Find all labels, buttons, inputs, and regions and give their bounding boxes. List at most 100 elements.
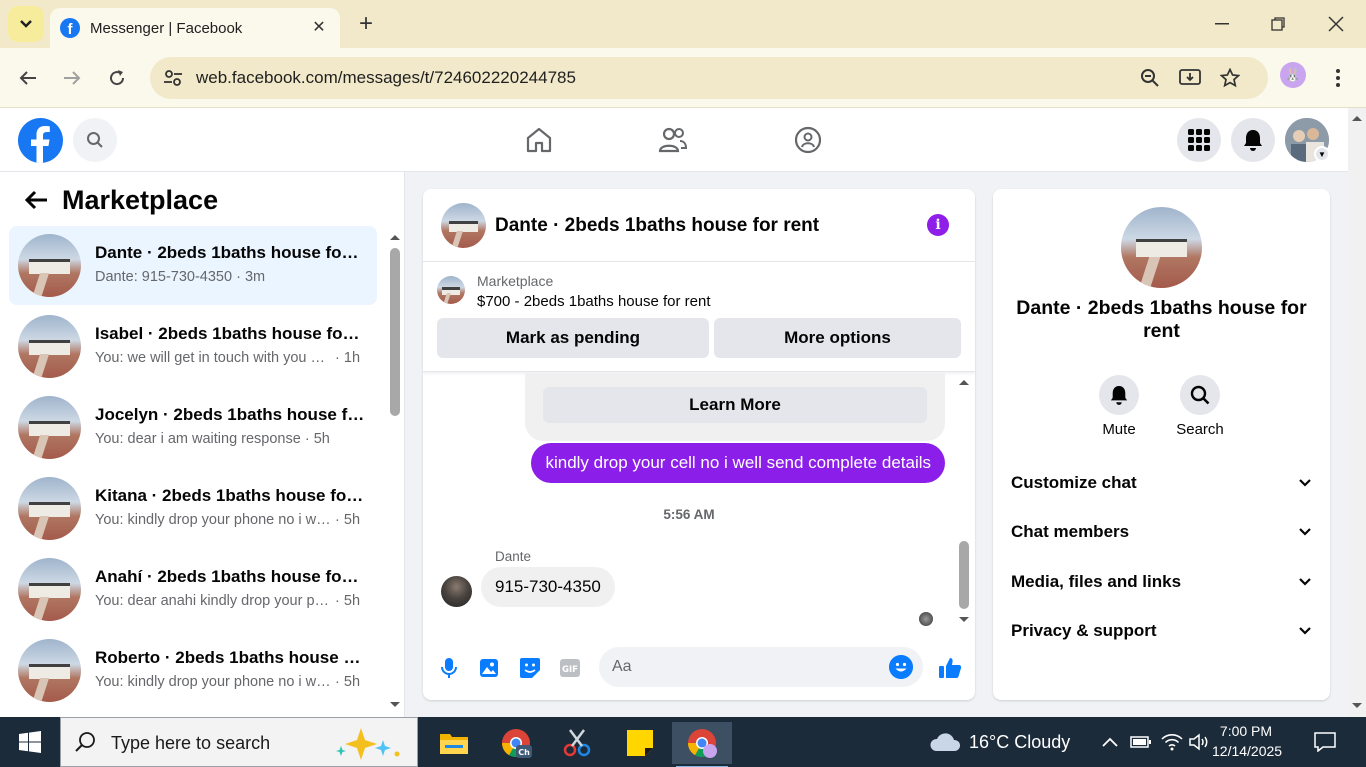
chat-listing-thumbnail[interactable] bbox=[441, 203, 486, 248]
weather-text[interactable]: 16°C Cloudy bbox=[969, 732, 1070, 753]
home-nav-button[interactable] bbox=[519, 122, 559, 158]
install-app-icon[interactable] bbox=[1178, 66, 1202, 90]
conversation-list-scrollbar[interactable] bbox=[388, 232, 402, 717]
mark-as-pending-button[interactable]: Mark as pending bbox=[437, 318, 709, 358]
restore-window-button[interactable] bbox=[1258, 8, 1298, 40]
incoming-message-bubble[interactable]: 915-730-4350 bbox=[481, 567, 615, 607]
media-files-links-section[interactable]: Media, files and links bbox=[1011, 562, 1311, 602]
back-arrow-icon[interactable] bbox=[20, 184, 52, 216]
close-window-button[interactable] bbox=[1316, 8, 1356, 40]
conversation-name: Roberto · 2beds 1baths house for rent bbox=[95, 648, 365, 667]
conversation-preview: You: we will get in touch with you as so… bbox=[95, 350, 361, 366]
site-settings-icon[interactable] bbox=[162, 67, 184, 89]
listing-thumbnail bbox=[18, 639, 81, 702]
browser-profile-avatar[interactable]: 🐰 bbox=[1280, 62, 1306, 88]
message-thread: Learn More kindly drop your cell no i we… bbox=[423, 373, 975, 633]
groups-nav-button[interactable] bbox=[788, 122, 828, 158]
zoom-icon[interactable] bbox=[1138, 66, 1162, 90]
speaker-icon[interactable] bbox=[1189, 731, 1211, 753]
cloudy-weather-icon[interactable] bbox=[928, 731, 962, 753]
forward-button[interactable] bbox=[56, 62, 88, 94]
thumbs-up-icon[interactable] bbox=[937, 655, 963, 681]
scroll-up-icon[interactable] bbox=[1348, 112, 1366, 124]
browser-menu-button[interactable] bbox=[1328, 62, 1348, 94]
sender-avatar[interactable] bbox=[441, 576, 472, 607]
chevron-down-icon bbox=[1299, 578, 1311, 586]
new-tab-button[interactable]: + bbox=[352, 10, 380, 38]
chevron-down-icon bbox=[1299, 479, 1311, 487]
scroll-up-icon[interactable] bbox=[388, 232, 402, 242]
reload-button[interactable] bbox=[101, 62, 133, 94]
close-tab-icon[interactable]: ✕ bbox=[308, 16, 330, 38]
listing-title[interactable]: $700 - 2beds 1baths house for rent bbox=[477, 293, 711, 310]
message-input[interactable]: Aa bbox=[599, 647, 923, 687]
scrollbar-thumb[interactable] bbox=[959, 541, 969, 609]
search-conversation-button[interactable]: Search bbox=[1170, 375, 1230, 438]
section-label: Media, files and links bbox=[1011, 572, 1182, 591]
friends-icon bbox=[658, 127, 688, 153]
microphone-icon[interactable] bbox=[436, 655, 462, 681]
grid-menu-icon bbox=[1188, 129, 1210, 151]
scroll-down-icon[interactable] bbox=[1348, 700, 1366, 712]
clock-date: 12/14/2025 bbox=[1212, 743, 1283, 759]
conversation-item-roberto[interactable]: Roberto · 2beds 1baths house for rent Yo… bbox=[9, 631, 377, 710]
browser-tab-messenger[interactable]: f Messenger | Facebook ✕ bbox=[50, 8, 340, 48]
conversation-item-kitana[interactable]: Kitana · 2beds 1baths house for rent You… bbox=[9, 469, 377, 548]
scroll-down-icon[interactable] bbox=[957, 615, 971, 625]
conversation-item-dante[interactable]: Dante · 2beds 1baths house for rent Dant… bbox=[9, 226, 377, 305]
marketplace-label: Marketplace bbox=[477, 273, 554, 289]
address-bar[interactable]: web.facebook.com/messages/t/724602220244… bbox=[150, 57, 1268, 99]
menu-grid-button[interactable] bbox=[1177, 118, 1221, 162]
search-icon bbox=[1180, 375, 1220, 415]
minimize-window-button[interactable] bbox=[1202, 8, 1242, 40]
page-scrollbar[interactable] bbox=[1348, 108, 1366, 717]
chat-members-section[interactable]: Chat members bbox=[1011, 512, 1311, 552]
chat-scrollbar[interactable] bbox=[957, 373, 971, 633]
back-button[interactable] bbox=[12, 62, 44, 94]
privacy-support-section[interactable]: Privacy & support bbox=[1011, 611, 1311, 651]
conversation-item-anahi[interactable]: Anahí · 2beds 1baths house for rent You:… bbox=[9, 550, 377, 629]
facebook-search-button[interactable] bbox=[73, 118, 117, 162]
chrome-profile-taskbar-icon[interactable]: Ch bbox=[488, 722, 544, 764]
notification-center-icon[interactable] bbox=[1314, 731, 1336, 753]
scroll-up-icon[interactable] bbox=[957, 377, 971, 387]
file-explorer-taskbar-icon[interactable] bbox=[426, 722, 482, 764]
scrollbar-thumb[interactable] bbox=[390, 248, 400, 416]
start-button[interactable] bbox=[0, 717, 60, 767]
scroll-down-icon[interactable] bbox=[388, 700, 402, 710]
gif-icon[interactable]: GIF bbox=[557, 655, 583, 681]
conversation-preview: You: kindly drop your phone no i well se… bbox=[95, 674, 361, 690]
chevron-down-icon bbox=[20, 20, 32, 28]
groups-icon bbox=[794, 126, 822, 154]
taskbar-clock[interactable]: 7:00 PM 12/14/2025 bbox=[1212, 721, 1283, 761]
mute-button[interactable]: Mute bbox=[1089, 375, 1149, 438]
chevron-down-icon[interactable]: ▼ bbox=[1314, 146, 1330, 162]
taskbar-search-box[interactable]: Type here to search bbox=[60, 717, 418, 767]
section-label: Privacy & support bbox=[1011, 621, 1157, 640]
emoji-icon[interactable] bbox=[889, 655, 913, 679]
info-icon[interactable]: i bbox=[927, 214, 949, 236]
tab-search-dropdown[interactable] bbox=[8, 6, 44, 42]
battery-icon[interactable] bbox=[1130, 731, 1152, 753]
friends-nav-button[interactable] bbox=[653, 122, 693, 158]
bookmark-star-icon[interactable] bbox=[1218, 66, 1242, 90]
sticker-icon[interactable] bbox=[517, 655, 543, 681]
chevron-up-icon[interactable] bbox=[1099, 731, 1121, 753]
wifi-icon[interactable] bbox=[1161, 731, 1183, 753]
chrome-taskbar-icon[interactable] bbox=[672, 722, 732, 767]
facebook-logo-icon[interactable] bbox=[18, 118, 63, 163]
search-icon bbox=[87, 132, 103, 148]
outgoing-message-bubble[interactable]: kindly drop your cell no i well send com… bbox=[531, 443, 945, 483]
notifications-button[interactable] bbox=[1231, 118, 1275, 162]
conversation-item-jocelyn[interactable]: Jocelyn · 2beds 1baths house for rent Yo… bbox=[9, 388, 377, 467]
snipping-tool-taskbar-icon[interactable] bbox=[549, 722, 605, 764]
conversation-name: Jocelyn · 2beds 1baths house for rent bbox=[95, 405, 365, 424]
customize-chat-section[interactable]: Customize chat bbox=[1011, 463, 1311, 503]
photo-icon[interactable] bbox=[476, 655, 502, 681]
arrow-left-icon bbox=[19, 71, 36, 85]
more-options-button[interactable]: More options bbox=[714, 318, 961, 358]
chat-title[interactable]: Dante · 2beds 1baths house for rent bbox=[495, 215, 819, 237]
learn-more-button[interactable]: Learn More bbox=[543, 387, 927, 423]
conversation-item-isabel[interactable]: Isabel · 2beds 1baths house for rent You… bbox=[9, 307, 377, 386]
sticky-notes-taskbar-icon[interactable] bbox=[612, 722, 668, 764]
